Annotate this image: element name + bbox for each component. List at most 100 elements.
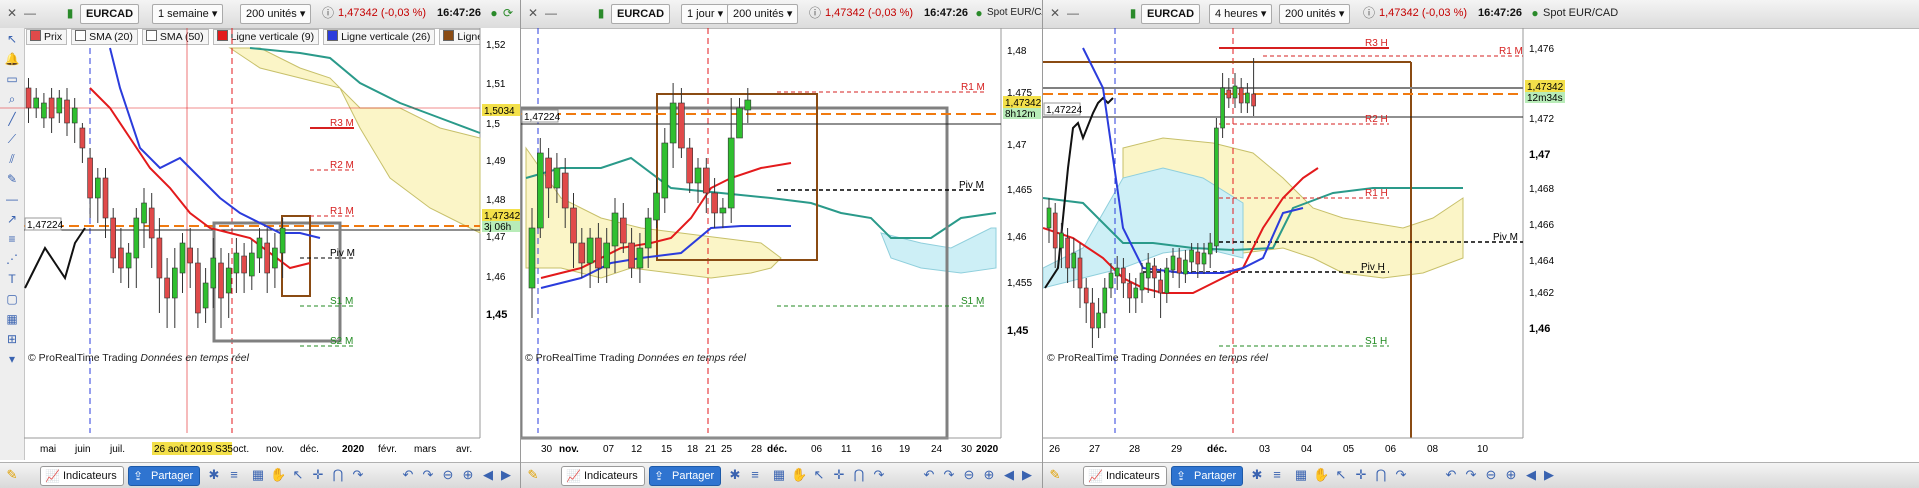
hand-icon[interactable]: ✋ [1313, 467, 1329, 483]
candle-body [1232, 85, 1238, 99]
tile-icon[interactable]: ▦ [1293, 467, 1309, 483]
units-selector[interactable]: 200 unités ▾ [240, 4, 312, 24]
y-tick: 1,462 [1529, 288, 1554, 299]
indicators-button[interactable]: 📈 Indicateurs [561, 466, 645, 486]
units-selector[interactable]: 200 unités ▾ [727, 4, 799, 24]
x-tick: déc. [767, 444, 787, 455]
minimize-icon[interactable]: — [22, 5, 38, 21]
undo-icon[interactable]: ↶ [400, 467, 416, 483]
indicators-label: Indicateurs [584, 470, 638, 482]
units-label: 200 unités [1285, 8, 1336, 20]
minimize-icon[interactable]: — [1065, 5, 1081, 21]
magnet-icon[interactable]: ⋂ [1373, 467, 1389, 483]
pencil-icon[interactable]: ✎ [1047, 467, 1063, 483]
price-tag-last: 1,47342 [484, 211, 521, 222]
indicators-button[interactable]: 📈 Indicateurs [1083, 466, 1167, 486]
weekly-chart[interactable]: 1,52 1,51 1,5 1,49 1,48 1,47 1,46 1,45 1… [0, 28, 521, 460]
period-selector[interactable]: 1 semaine ▾ [152, 4, 224, 24]
close-icon[interactable]: ✕ [1047, 5, 1063, 21]
settings-icon[interactable]: ✱ [206, 467, 222, 483]
undo-icon[interactable]: ↶ [1443, 467, 1459, 483]
symbol-selector[interactable]: EURCAD [1141, 4, 1201, 24]
candle-body [1139, 272, 1145, 291]
zoom-in-icon[interactable]: ⊕ [460, 467, 476, 483]
tile-icon[interactable]: ▦ [771, 467, 787, 483]
y-tick: 1,46 [486, 272, 506, 283]
candle-body [1071, 252, 1077, 269]
cross-icon[interactable]: ✛ [1353, 467, 1369, 483]
scroll-left-icon[interactable]: ◀ [1523, 467, 1539, 483]
pencil-icon[interactable]: ✎ [525, 467, 541, 483]
candlestick-icon[interactable]: ▮ [593, 5, 609, 21]
settings-icon[interactable]: ✱ [727, 467, 743, 483]
redo2-icon[interactable]: ↷ [420, 467, 436, 483]
4h-chart[interactable]: R3 H R1 M R2 H R1 H Piv M Piv H S1 H 1,4… [1043, 28, 1919, 460]
candlestick-icon[interactable]: ▮ [1125, 5, 1141, 21]
zoom-in-icon[interactable]: ⊕ [981, 467, 997, 483]
list-icon[interactable]: ≡ [747, 467, 763, 483]
list-icon[interactable]: ≡ [226, 467, 242, 483]
units-selector[interactable]: 200 unités ▾ [1279, 4, 1351, 24]
share-button[interactable]: ⇪ Partager [649, 466, 722, 486]
redo-icon[interactable]: ↷ [350, 467, 366, 483]
symbol-selector[interactable]: EURCAD [80, 4, 140, 24]
symbol-selector[interactable]: EURCAD [611, 4, 671, 24]
info-icon[interactable]: ⓘ [807, 5, 823, 21]
info-icon[interactable]: ⓘ [320, 5, 336, 21]
share-button[interactable]: ⇪ Partager [1171, 466, 1244, 486]
daily-chart[interactable]: R1 M Piv M S1 M 1,47224 1,48 1,475 1,47 … [521, 28, 1043, 460]
sync-icon[interactable]: ⟳ [500, 5, 516, 21]
pivot-label: R3 M [330, 118, 354, 129]
redo2-icon[interactable]: ↷ [1463, 467, 1479, 483]
hand-icon[interactable]: ✋ [270, 467, 286, 483]
x-tick: 07 [603, 444, 615, 455]
candle-body [1114, 267, 1120, 277]
cursor-icon[interactable]: ↖ [1333, 467, 1349, 483]
close-icon[interactable]: ✕ [525, 5, 541, 21]
undo-icon[interactable]: ↶ [921, 467, 937, 483]
y-axis-ticks: 1,48 1,475 1,47 1,465 1,46 1,455 1,45 [1007, 46, 1032, 337]
candle-body [172, 267, 178, 299]
magnet-icon[interactable]: ⋂ [330, 467, 346, 483]
scroll-left-icon[interactable]: ◀ [1001, 467, 1017, 483]
close-icon[interactable]: ✕ [4, 5, 20, 21]
chart-bottom-bar: ✎ 📈 Indicateurs ⇪ Partager ✱ ≡ ▦ ✋ ↖ ✛ ⋂ ↷… [0, 462, 520, 488]
zoom-out-icon[interactable]: ⊖ [961, 467, 977, 483]
hand-icon[interactable]: ✋ [791, 467, 807, 483]
spot-label: Spot EUR/CAD [987, 7, 1042, 18]
period-selector[interactable]: 1 jour ▾ [681, 4, 730, 24]
cross-icon[interactable]: ✛ [310, 467, 326, 483]
candle-body [133, 217, 140, 259]
chart-toolbar: ✕ — ▮ EURCAD 1 jour ▾ 200 unités ▾ ⓘ 1,4… [521, 0, 1042, 29]
settings-icon[interactable]: ✱ [1249, 467, 1265, 483]
candle-body [586, 237, 594, 264]
zoom-out-icon[interactable]: ⊖ [1483, 467, 1499, 483]
candle-body [644, 217, 652, 249]
redo2-icon[interactable]: ↷ [941, 467, 957, 483]
info-icon[interactable]: ⓘ [1361, 5, 1377, 21]
magnet-icon[interactable]: ⋂ [851, 467, 867, 483]
pencil-icon[interactable]: ✎ [4, 467, 20, 483]
zoom-in-icon[interactable]: ⊕ [1503, 467, 1519, 483]
redo-icon[interactable]: ↷ [1393, 467, 1409, 483]
scroll-left-icon[interactable]: ◀ [480, 467, 496, 483]
cursor-icon[interactable]: ↖ [811, 467, 827, 483]
candle-body [653, 192, 660, 221]
scroll-right-icon[interactable]: ▶ [1541, 467, 1557, 483]
candlestick-icon[interactable]: ▮ [62, 5, 78, 21]
scroll-right-icon[interactable]: ▶ [498, 467, 514, 483]
share-button[interactable]: ⇪ Partager [128, 466, 201, 486]
candle-body [628, 242, 635, 269]
share-label: Partager [672, 470, 715, 482]
time-label: 16:47:26 [1478, 7, 1523, 19]
tile-icon[interactable]: ▦ [250, 467, 266, 483]
redo-icon[interactable]: ↷ [871, 467, 887, 483]
zoom-out-icon[interactable]: ⊖ [440, 467, 456, 483]
period-selector[interactable]: 4 heures ▾ [1209, 4, 1273, 24]
scroll-right-icon[interactable]: ▶ [1019, 467, 1035, 483]
list-icon[interactable]: ≡ [1269, 467, 1285, 483]
cursor-icon[interactable]: ↖ [290, 467, 306, 483]
minimize-icon[interactable]: — [543, 5, 559, 21]
indicators-button[interactable]: 📈 Indicateurs [40, 466, 124, 486]
cross-icon[interactable]: ✛ [831, 467, 847, 483]
